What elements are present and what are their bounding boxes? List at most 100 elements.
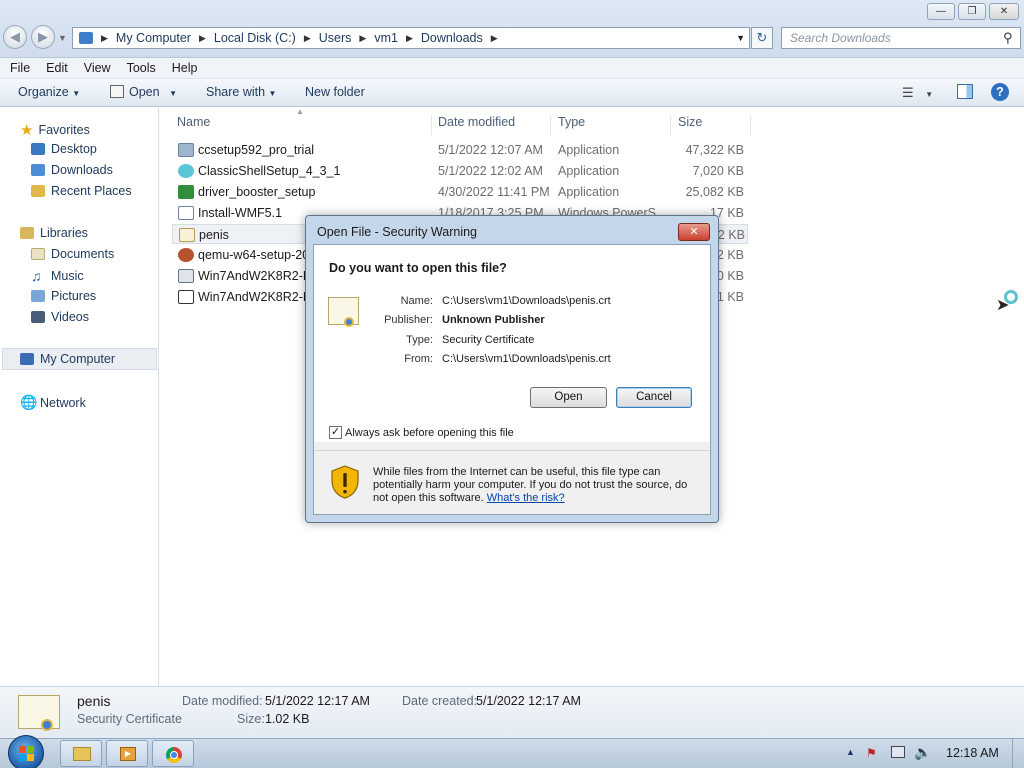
whats-the-risk-link[interactable]: What's the risk? (487, 492, 565, 504)
file-name: Win7AndW2K8R2-KE (198, 290, 320, 304)
nav-network[interactable]: 🌐 Network (20, 394, 86, 411)
nav-item-pictures[interactable]: Pictures (31, 289, 96, 303)
always-ask-checkbox[interactable]: ✓ (329, 426, 342, 439)
dialog-close-button[interactable]: ✕ (678, 223, 710, 241)
maximize-button[interactable]: ❐ (958, 3, 986, 20)
breadcrumb-users[interactable]: Users (319, 31, 352, 45)
name-value: C:\Users\vm1\Downloads\penis.crt (442, 295, 611, 307)
details-date-created: 5/1/2022 12:17 AM (476, 694, 581, 708)
file-row[interactable]: driver_booster_setup 4/30/2022 11:41 PM … (172, 182, 748, 202)
nav-item-desktop[interactable]: Desktop (31, 142, 97, 156)
open-button[interactable]: Open (530, 387, 607, 408)
details-size: 1.02 KB (265, 712, 310, 726)
organize-label: Organize (18, 85, 69, 99)
taskbar-clock[interactable]: 12:18 AM (946, 746, 999, 760)
nav-downloads-label: Downloads (51, 163, 113, 177)
taskbar-media-player-button[interactable]: ▶ (106, 740, 148, 767)
publisher-label: Publisher: (384, 314, 433, 326)
type-label: Type: (406, 334, 433, 346)
breadcrumb-separator-icon[interactable]: ▶ (304, 33, 311, 44)
address-bar[interactable]: ▶ My Computer ▶ Local Disk (C:) ▶ Users … (72, 27, 750, 49)
open-program-icon (110, 85, 124, 98)
nav-item-downloads[interactable]: Downloads (31, 163, 113, 177)
recent-pages-chevron-icon[interactable]: ▼ (58, 33, 67, 43)
address-dropdown-icon[interactable]: ▼ (736, 33, 745, 43)
share-with-label: Share with (206, 85, 266, 99)
file-row[interactable]: ccsetup592_pro_trial 5/1/2022 12:07 AM A… (172, 140, 748, 160)
forward-button[interactable]: ▶ (31, 25, 55, 49)
network-status-icon[interactable] (891, 746, 905, 758)
volume-icon[interactable]: 🔈 (914, 744, 931, 761)
start-button[interactable] (8, 735, 44, 768)
details-date-modified-label: Date modified: (182, 694, 263, 708)
file-name: driver_booster_setup (198, 185, 316, 199)
refresh-button[interactable]: ↻ (751, 27, 773, 49)
nav-my-computer[interactable]: My Computer (20, 352, 115, 366)
breadcrumb-separator-icon[interactable]: ▶ (491, 33, 498, 44)
back-button[interactable]: ◀ (3, 25, 27, 49)
new-folder-button[interactable]: New folder (305, 85, 365, 99)
warning-message: While files from the Internet can be use… (373, 466, 703, 505)
close-button[interactable]: ✕ (989, 3, 1019, 20)
menu-view[interactable]: View (84, 61, 111, 75)
column-header-name[interactable]: Name (172, 115, 432, 135)
nav-network-label: Network (40, 395, 86, 410)
breadcrumb-my-computer[interactable]: My Computer (116, 31, 191, 45)
minimize-button[interactable]: — (927, 3, 955, 20)
view-options-icon[interactable]: ☰ ▼ (902, 85, 933, 101)
nav-item-music[interactable]: ♫ Music (31, 268, 84, 284)
file-date: 5/1/2022 12:02 AM (438, 164, 543, 178)
file-name: penis (199, 228, 229, 242)
show-desktop-button[interactable] (1012, 739, 1024, 768)
breadcrumb-downloads[interactable]: Downloads (421, 31, 483, 45)
help-icon[interactable]: ? (991, 83, 1009, 101)
preview-pane-icon[interactable] (957, 84, 973, 99)
search-input[interactable]: Search Downloads (781, 27, 1021, 49)
file-date: 4/30/2022 11:41 PM (438, 185, 550, 199)
details-date-modified: 5/1/2022 12:17 AM (265, 694, 370, 708)
taskbar-chrome-button[interactable] (152, 740, 194, 767)
search-icon[interactable]: ⚲ (1003, 30, 1013, 46)
nav-item-recent-places[interactable]: Recent Places (31, 184, 132, 198)
nav-libraries[interactable]: Libraries (20, 226, 88, 240)
nav-favorites-label: Favorites (38, 123, 90, 137)
always-ask-label[interactable]: Always ask before opening this file (345, 427, 514, 439)
libraries-icon (20, 227, 34, 239)
busy-cursor-icon (1004, 290, 1018, 304)
column-header-size[interactable]: Size (673, 115, 751, 135)
open-button[interactable]: Open ▼ (129, 85, 177, 99)
warning-shield-icon (331, 465, 359, 499)
organize-button[interactable]: Organize ▼ (18, 85, 80, 99)
taskbar: ▶ ▲ ⚑ 🔈 12:18 AM (0, 735, 1024, 768)
menu-file[interactable]: File (10, 61, 30, 75)
breadcrumb-local-disk[interactable]: Local Disk (C:) (214, 31, 296, 45)
breadcrumb-vm1[interactable]: vm1 (374, 31, 398, 45)
nav-item-videos[interactable]: Videos (31, 310, 89, 324)
breadcrumb-separator-icon[interactable]: ▶ (101, 33, 108, 44)
share-with-button[interactable]: Share with ▼ (206, 85, 276, 99)
nav-recent-places-label: Recent Places (51, 184, 132, 198)
nav-item-documents[interactable]: Documents (31, 247, 114, 261)
breadcrumb-separator-icon[interactable]: ▶ (359, 33, 366, 44)
show-hidden-icons-button[interactable]: ▲ (846, 747, 855, 757)
nav-favorites[interactable]: ★ Favorites (20, 121, 90, 139)
desktop-icon (31, 143, 45, 155)
action-center-flag-icon[interactable]: ⚑ (866, 746, 877, 760)
certificate-icon (179, 228, 195, 242)
documents-icon (31, 248, 45, 260)
file-size: 7,020 KB (692, 164, 744, 178)
certificate-large-icon (18, 695, 60, 731)
from-label: From: (404, 353, 433, 365)
menu-edit[interactable]: Edit (46, 61, 68, 75)
breadcrumb-separator-icon[interactable]: ▶ (406, 33, 413, 44)
column-header-type[interactable]: Type (553, 115, 671, 135)
breadcrumb-separator-icon[interactable]: ▶ (199, 33, 206, 44)
menu-tools[interactable]: Tools (127, 61, 156, 75)
taskbar-explorer-button[interactable] (60, 740, 102, 767)
file-row[interactable]: ClassicShellSetup_4_3_1 5/1/2022 12:02 A… (172, 161, 748, 181)
menu-help[interactable]: Help (172, 61, 198, 75)
shell-icon (178, 164, 194, 178)
cancel-button[interactable]: Cancel (616, 387, 692, 408)
windows-logo-icon (19, 746, 26, 753)
column-header-date[interactable]: Date modified (433, 115, 551, 135)
